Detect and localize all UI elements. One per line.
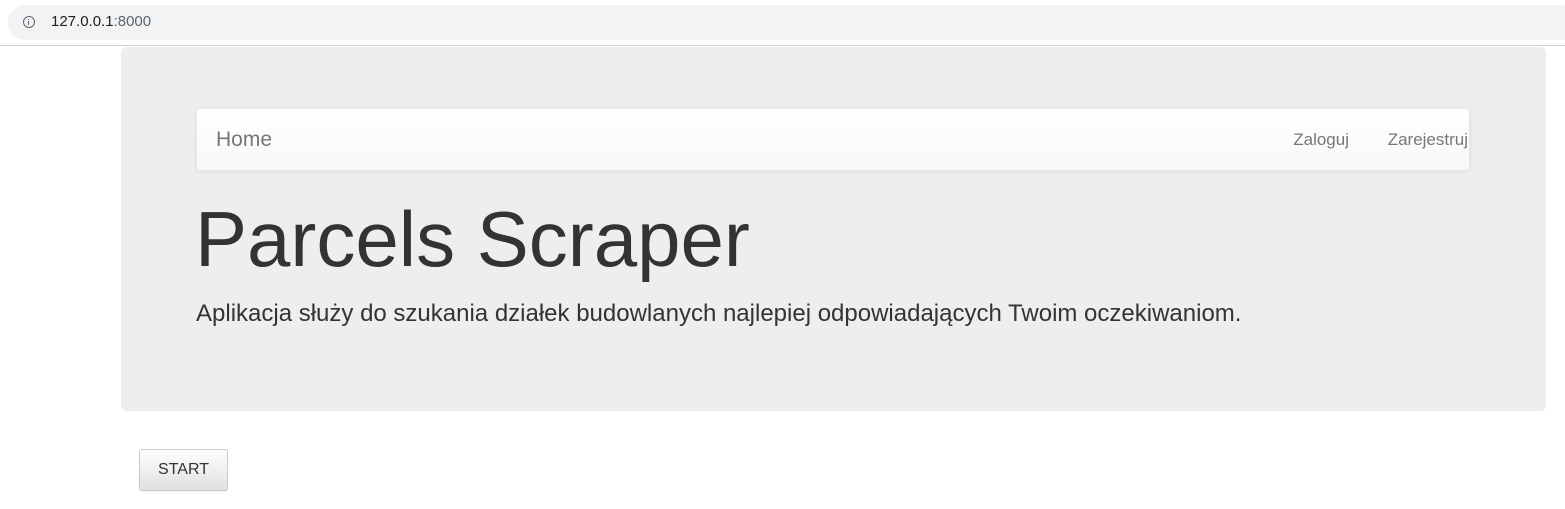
navbar: Home Zaloguj Zarejestruj xyxy=(196,108,1470,171)
register-link[interactable]: Zarejestruj xyxy=(1388,130,1468,150)
url-text[interactable]: 127.0.0.1:8000 xyxy=(51,13,151,31)
browser-toolbar: 127.0.0.1:8000 xyxy=(0,0,1565,46)
info-icon[interactable] xyxy=(23,16,35,28)
address-bar[interactable] xyxy=(8,5,1565,40)
jumbotron: Home Zaloguj Zarejestruj Parcels Scraper… xyxy=(121,47,1546,411)
lead-text: Aplikacja służy do szukania działek budo… xyxy=(196,300,1242,327)
url-port: :8000 xyxy=(113,13,152,30)
start-button[interactable]: START xyxy=(139,449,228,491)
navbar-brand-home-link[interactable]: Home xyxy=(216,128,272,152)
page-title: Parcels Scraper xyxy=(195,195,750,283)
login-link[interactable]: Zaloguj xyxy=(1293,130,1349,150)
url-host: 127.0.0.1 xyxy=(51,13,114,30)
